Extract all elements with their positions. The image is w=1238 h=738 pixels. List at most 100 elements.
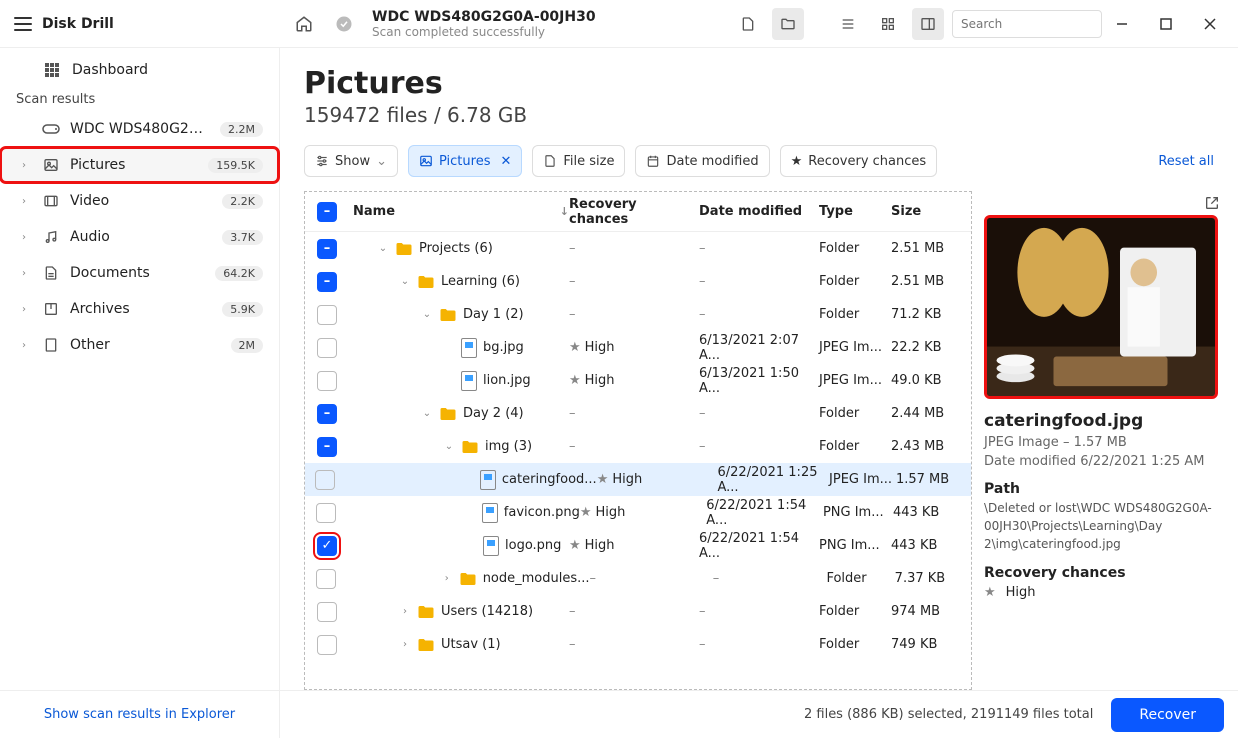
sidebar-item-dashboard[interactable]: Dashboard bbox=[0, 56, 279, 84]
row-size: 49.0 KB bbox=[891, 373, 971, 388]
recover-button[interactable]: Recover bbox=[1111, 698, 1224, 732]
row-size: 7.37 KB bbox=[895, 571, 971, 586]
filter-recovery[interactable]: ★Recovery chances bbox=[780, 145, 938, 177]
row-recovery: – bbox=[569, 274, 699, 289]
table-row[interactable]: bg.jpg ★High 6/13/2021 2:07 A... JPEG Im… bbox=[305, 331, 971, 364]
expander-icon[interactable]: ⌄ bbox=[421, 408, 433, 419]
show-dropdown[interactable]: Show⌄ bbox=[304, 145, 398, 177]
row-checkbox[interactable] bbox=[316, 503, 336, 523]
row-checkbox[interactable]: ✓ bbox=[317, 536, 337, 556]
table-row[interactable]: ✓ logo.png ★High 6/22/2021 1:54 A... PNG… bbox=[305, 529, 971, 562]
row-checkbox[interactable] bbox=[317, 338, 337, 358]
table-row[interactable]: – ⌄img (3) – – Folder 2.43 MB bbox=[305, 430, 971, 463]
row-checkbox[interactable]: – bbox=[317, 272, 337, 292]
row-name: favicon.png bbox=[504, 505, 580, 520]
dashboard-icon bbox=[44, 62, 60, 78]
sidebar-item-documents[interactable]: ›Documents64.2K bbox=[0, 255, 279, 291]
table-row[interactable]: ›Users (14218) – – Folder 974 MB bbox=[305, 595, 971, 628]
maximize-button[interactable] bbox=[1146, 8, 1186, 40]
chevron-right-icon: › bbox=[22, 232, 26, 243]
preview-path: \Deleted or lost\WDC WDS480G2G0A-00JH30\… bbox=[984, 499, 1218, 553]
row-checkbox[interactable]: – bbox=[317, 239, 337, 259]
star-icon: ★ bbox=[580, 505, 592, 520]
row-checkbox[interactable] bbox=[317, 635, 337, 655]
table-row[interactable]: – ⌄Day 2 (4) – – Folder 2.44 MB bbox=[305, 397, 971, 430]
expander-icon[interactable]: ⌄ bbox=[421, 309, 433, 320]
show-in-explorer-link[interactable]: Show scan results in Explorer bbox=[44, 707, 235, 722]
table-row[interactable]: ›Utsav (1) – – Folder 749 KB bbox=[305, 628, 971, 661]
table-row[interactable]: ›node_modules... – – Folder 7.37 KB bbox=[305, 562, 971, 595]
row-type: JPEG Im... bbox=[819, 340, 891, 355]
row-checkbox[interactable] bbox=[315, 470, 335, 490]
grid-view-button[interactable] bbox=[872, 8, 904, 40]
video-icon bbox=[42, 193, 60, 209]
expander-icon[interactable]: › bbox=[399, 606, 411, 617]
menu-button[interactable] bbox=[14, 17, 32, 31]
sidebar-item-video[interactable]: ›Video2.2K bbox=[0, 183, 279, 219]
sidebar-drive-item[interactable]: WDC WDS480G2G0A-0... 2.2M bbox=[0, 111, 279, 147]
row-recovery: – bbox=[569, 439, 699, 454]
row-type: Folder bbox=[819, 439, 891, 454]
file-table[interactable]: – Name↓ Recovery chances Date modified T… bbox=[304, 191, 972, 690]
row-name: bg.jpg bbox=[483, 340, 524, 355]
expander-icon[interactable]: › bbox=[441, 573, 453, 584]
dashboard-label: Dashboard bbox=[72, 62, 148, 78]
row-date: 6/22/2021 1:54 A... bbox=[699, 531, 819, 561]
row-name: cateringfood... bbox=[502, 472, 597, 487]
table-row[interactable]: ⌄Day 1 (2) – – Folder 71.2 KB bbox=[305, 298, 971, 331]
row-checkbox[interactable] bbox=[317, 371, 337, 391]
row-recovery: ★High bbox=[580, 505, 706, 520]
preview-image bbox=[984, 215, 1218, 399]
table-row[interactable]: favicon.png ★High 6/22/2021 1:54 A... PN… bbox=[305, 496, 971, 529]
filter-filesize[interactable]: File size bbox=[532, 145, 625, 177]
remove-filter-icon[interactable]: ✕ bbox=[500, 154, 511, 169]
col-size[interactable]: Size bbox=[891, 204, 971, 219]
table-row[interactable]: – ⌄Learning (6) – – Folder 2.51 MB bbox=[305, 265, 971, 298]
minimize-button[interactable] bbox=[1102, 8, 1142, 40]
col-recovery[interactable]: Recovery chances bbox=[569, 197, 699, 227]
folder-view-button[interactable] bbox=[772, 8, 804, 40]
expander-icon[interactable]: › bbox=[399, 639, 411, 650]
row-name: Day 2 (4) bbox=[463, 406, 524, 421]
audio-icon bbox=[42, 229, 60, 245]
row-checkbox[interactable] bbox=[317, 305, 337, 325]
sidebar-item-other[interactable]: ›Other2M bbox=[0, 327, 279, 363]
file-icon bbox=[482, 503, 498, 523]
list-view-button[interactable] bbox=[832, 8, 864, 40]
reset-filters[interactable]: Reset all bbox=[1158, 154, 1214, 169]
col-name[interactable]: Name↓ bbox=[349, 204, 569, 219]
table-row[interactable]: lion.jpg ★High 6/13/2021 1:50 A... JPEG … bbox=[305, 364, 971, 397]
col-type[interactable]: Type bbox=[819, 204, 891, 219]
file-icon-button[interactable] bbox=[732, 8, 764, 40]
row-recovery: – bbox=[590, 571, 713, 586]
row-name: Day 1 (2) bbox=[463, 307, 524, 322]
table-row[interactable]: – ⌄Projects (6) – – Folder 2.51 MB bbox=[305, 232, 971, 265]
row-size: 443 KB bbox=[891, 538, 971, 553]
table-row[interactable]: cateringfood... ★High 6/22/2021 1:25 A..… bbox=[305, 463, 971, 496]
row-checkbox[interactable] bbox=[317, 602, 337, 622]
expander-icon[interactable]: ⌄ bbox=[377, 243, 389, 254]
sidebar-item-pictures[interactable]: ›Pictures159.5K bbox=[0, 147, 279, 183]
expander-icon[interactable]: ⌄ bbox=[399, 276, 411, 287]
filter-pictures[interactable]: Pictures✕ bbox=[408, 145, 522, 177]
expander-icon[interactable]: ⌄ bbox=[443, 441, 455, 452]
row-name: node_modules... bbox=[483, 571, 590, 586]
search-input[interactable] bbox=[952, 10, 1102, 38]
page-title: Pictures bbox=[304, 66, 1214, 101]
panel-view-button[interactable] bbox=[912, 8, 944, 40]
sidebar-item-audio[interactable]: ›Audio3.7K bbox=[0, 219, 279, 255]
row-date: – bbox=[713, 571, 827, 586]
sidebar: Dashboard Scan results WDC WDS480G2G0A-0… bbox=[0, 48, 280, 738]
popout-button[interactable] bbox=[1204, 195, 1220, 211]
close-button[interactable] bbox=[1190, 8, 1230, 40]
row-size: 71.2 KB bbox=[891, 307, 971, 322]
home-button[interactable] bbox=[288, 8, 320, 40]
row-size: 22.2 KB bbox=[891, 340, 971, 355]
row-checkbox[interactable] bbox=[316, 569, 336, 589]
filter-date[interactable]: Date modified bbox=[635, 145, 769, 177]
select-all-checkbox[interactable]: – bbox=[317, 202, 337, 222]
row-checkbox[interactable]: – bbox=[317, 437, 337, 457]
row-checkbox[interactable]: – bbox=[317, 404, 337, 424]
sidebar-item-archives[interactable]: ›Archives5.9K bbox=[0, 291, 279, 327]
col-date[interactable]: Date modified bbox=[699, 204, 819, 219]
